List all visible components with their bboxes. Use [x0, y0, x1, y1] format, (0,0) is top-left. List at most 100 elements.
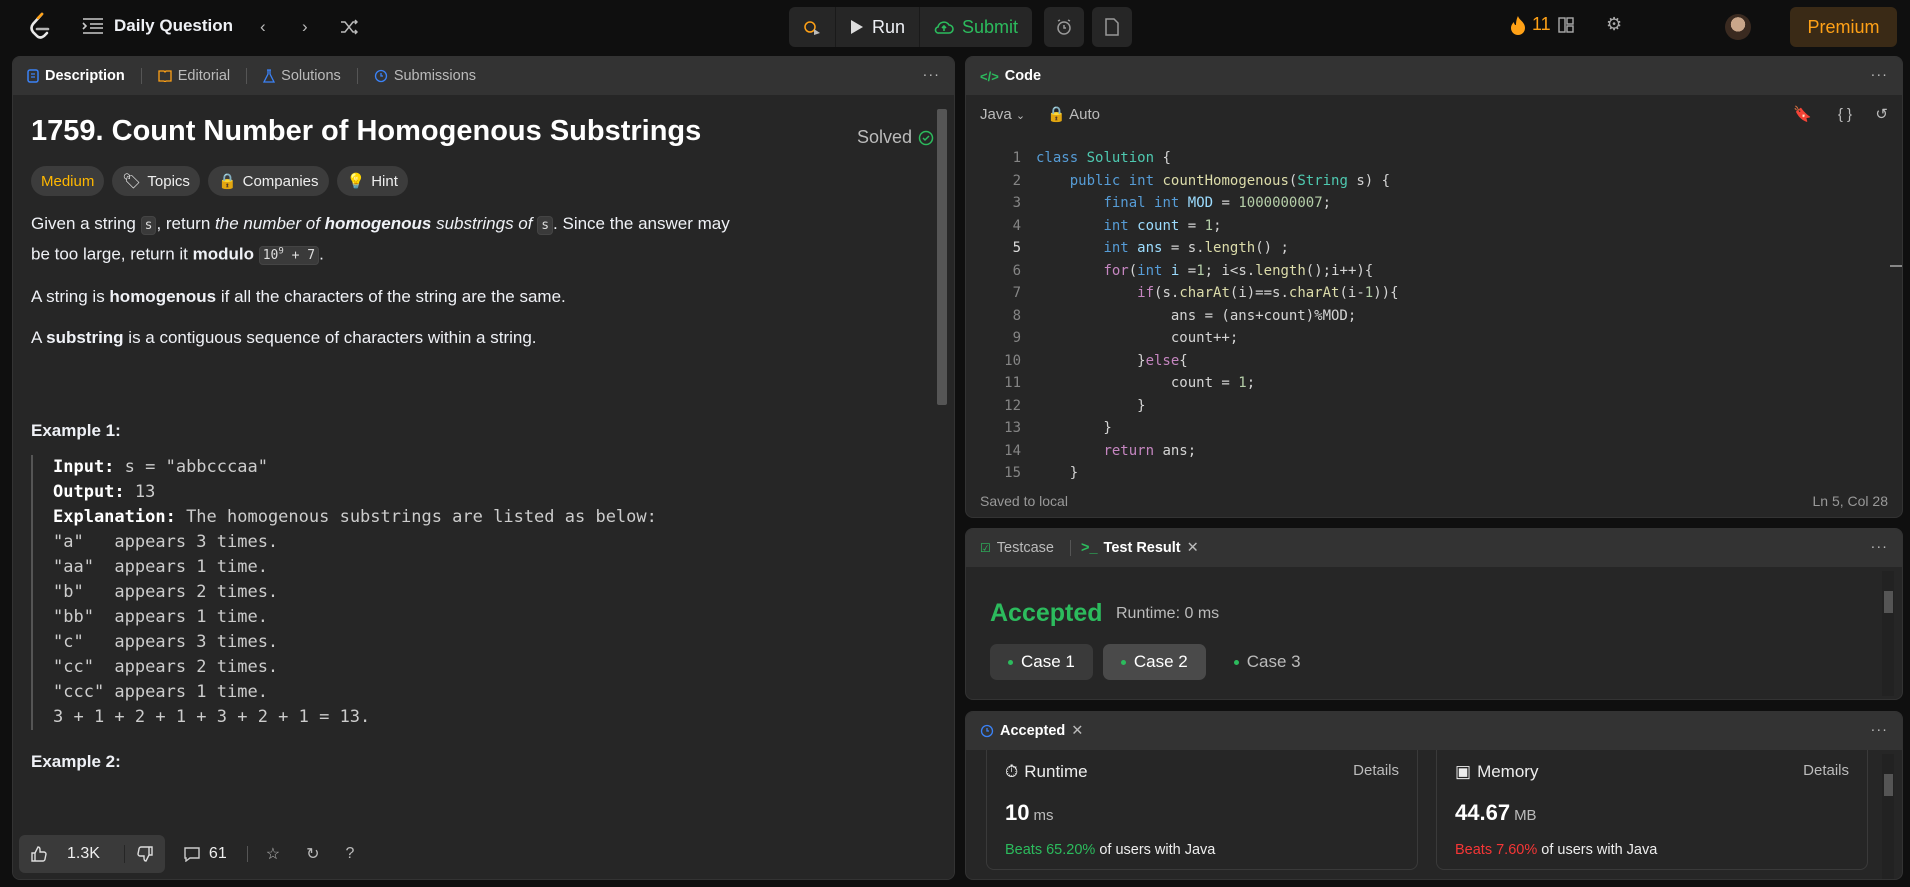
comments-button[interactable]: 61	[183, 845, 227, 863]
tag-icon: 🏷	[122, 173, 142, 190]
case-3-tab[interactable]: Case 3	[1216, 644, 1319, 680]
auto-mode-toggle[interactable]: 🔒 Auto	[1047, 105, 1100, 123]
test-result-panel: ☑ Testcase >_ Test Result ✕ ··· Accepted…	[965, 528, 1903, 700]
top-bar: Daily Question ‹ › Run Submit ⚙ 11 Premi…	[0, 0, 1910, 54]
user-avatar[interactable]	[1725, 14, 1751, 40]
language-select[interactable]: Java ⌄	[980, 106, 1025, 123]
scrollbar-thumb[interactable]	[1890, 265, 1902, 267]
homogenous-definition: A string is homogenous if all the charac…	[31, 287, 566, 307]
runtime-unit: ms	[1033, 807, 1054, 824]
tab-editorial[interactable]: Editorial	[158, 68, 230, 84]
next-problem-icon[interactable]: ›	[302, 17, 308, 37]
memory-value-row: 44.67 MB	[1455, 800, 1537, 826]
problem-list-toggle[interactable]: Daily Question	[82, 16, 233, 36]
notes-button[interactable]	[1092, 7, 1132, 47]
case-2-tab[interactable]: Case 2	[1102, 644, 1206, 680]
tab-description-label: Description	[45, 68, 125, 84]
premium-button[interactable]: Premium	[1790, 7, 1897, 47]
layout-icon[interactable]	[1558, 17, 1574, 33]
description-tabs: Description Editorial Solutions Submissi…	[13, 57, 954, 95]
tab-description[interactable]: Description	[27, 68, 125, 84]
document-icon	[27, 69, 39, 83]
prev-problem-icon[interactable]: ‹	[260, 17, 266, 37]
submit-button[interactable]: Submit	[920, 7, 1032, 47]
topics-tag[interactable]: 🏷 Topics	[112, 166, 200, 196]
hint-tag[interactable]: 💡 Hint	[336, 166, 408, 196]
timer-button[interactable]	[1044, 7, 1084, 47]
play-icon	[851, 20, 863, 34]
tab-accepted[interactable]: Accepted ✕	[980, 723, 1083, 739]
runtime-card[interactable]: ⏱ Runtime Details 10 ms Beats 65.20% of us…	[986, 750, 1418, 870]
pass-dot	[1233, 659, 1239, 665]
help-icon[interactable]: ?	[345, 845, 354, 863]
tab-code-label: Code	[1004, 68, 1042, 84]
scrollbar-thumb[interactable]	[1884, 591, 1893, 613]
result-status: Accepted	[990, 599, 1103, 627]
description-content: 1759. Count Number of Homogenous Substri…	[31, 109, 751, 772]
alarm-clock-icon	[1057, 19, 1071, 35]
submit-label: Submit	[962, 16, 1019, 37]
terminal-icon: >_	[1081, 540, 1098, 556]
case-label: Case 3	[1246, 652, 1301, 671]
description-scrollbar[interactable]	[935, 99, 947, 829]
reset-icon[interactable]: ↺	[1875, 105, 1888, 123]
favorite-star-icon[interactable]: ☆	[266, 844, 280, 864]
more-options-icon[interactable]: ···	[1871, 722, 1889, 738]
like-button[interactable]: 1.3K	[19, 845, 125, 863]
streak-counter[interactable]: 11	[1510, 14, 1551, 35]
tab-code[interactable]: </> Code	[980, 68, 1041, 84]
editor-scrollbar[interactable]	[1890, 147, 1902, 477]
stopwatch-icon: ⏱	[1005, 762, 1019, 781]
cloud-upload-icon	[934, 21, 954, 34]
tab-solutions[interactable]: Solutions	[263, 68, 341, 84]
shuffle-icon[interactable]	[340, 18, 358, 36]
tab-submissions-label: Submissions	[393, 68, 477, 84]
divider	[1070, 540, 1071, 556]
settings-gear-icon[interactable]: ⚙	[1606, 14, 1622, 35]
topics-label: Topics	[147, 172, 190, 190]
problem-title: 1759. Count Number of Homogenous Substri…	[31, 115, 702, 147]
more-options-icon[interactable]: ···	[923, 67, 941, 83]
submission-scrollbar[interactable]	[1882, 754, 1894, 879]
submission-header: Accepted ✕ ···	[966, 712, 1902, 750]
dislike-button[interactable]	[125, 846, 165, 862]
run-button[interactable]: Run	[836, 7, 921, 47]
debug-button[interactable]	[789, 7, 836, 47]
test-header: ☑ Testcase >_ Test Result ✕ ···	[966, 529, 1902, 567]
lock-icon: 🔒	[217, 173, 237, 190]
bookmark-icon[interactable]: 🔖	[1793, 105, 1812, 123]
companies-tag[interactable]: 🔒 Companies	[207, 166, 329, 196]
scrollbar-thumb[interactable]	[937, 109, 947, 405]
chevron-down-icon: ⌄	[1015, 109, 1026, 122]
more-options-icon[interactable]: ···	[1871, 67, 1889, 83]
close-icon[interactable]: ✕	[1187, 540, 1199, 556]
thumbs-down-icon	[137, 846, 153, 862]
test-scrollbar[interactable]	[1882, 571, 1894, 696]
problem-statement: Given a string s, return the number of h…	[31, 214, 730, 266]
more-options-icon[interactable]: ···	[1871, 539, 1889, 555]
format-braces-icon[interactable]: { }	[1838, 106, 1852, 123]
tab-testcase[interactable]: ☑ Testcase	[980, 540, 1054, 556]
run-label: Run	[872, 16, 906, 37]
hint-label: Hint	[371, 172, 398, 190]
memory-beats: Beats 7.60% of users with Java	[1455, 842, 1658, 858]
leetcode-logo-icon[interactable]	[28, 12, 52, 42]
lock-icon: 🔒	[1047, 106, 1066, 123]
result-runtime: Runtime: 0 ms	[1116, 605, 1220, 622]
close-icon[interactable]: ✕	[1071, 723, 1083, 739]
memory-unit: MB	[1514, 807, 1537, 824]
case-1-tab[interactable]: Case 1	[990, 644, 1093, 680]
book-icon	[158, 70, 172, 82]
tab-submissions[interactable]: Submissions	[374, 68, 476, 84]
code-editor[interactable]: class Solution { public int countHomogen…	[1036, 147, 1399, 485]
bug-play-icon	[804, 21, 820, 35]
memory-details-link[interactable]: Details	[1803, 762, 1849, 779]
pass-dot	[1120, 659, 1126, 665]
runtime-details-link[interactable]: Details	[1353, 762, 1399, 779]
memory-card[interactable]: ▣ Memory Details 44.67 MB Beats 7.60% of u…	[1436, 750, 1868, 870]
tab-test-result[interactable]: >_ Test Result ✕	[1081, 540, 1199, 556]
like-count: 1.3K	[67, 845, 100, 862]
memory-value: 44.67	[1455, 800, 1511, 825]
share-icon[interactable]: ↻	[306, 844, 319, 864]
scrollbar-thumb[interactable]	[1884, 774, 1893, 796]
